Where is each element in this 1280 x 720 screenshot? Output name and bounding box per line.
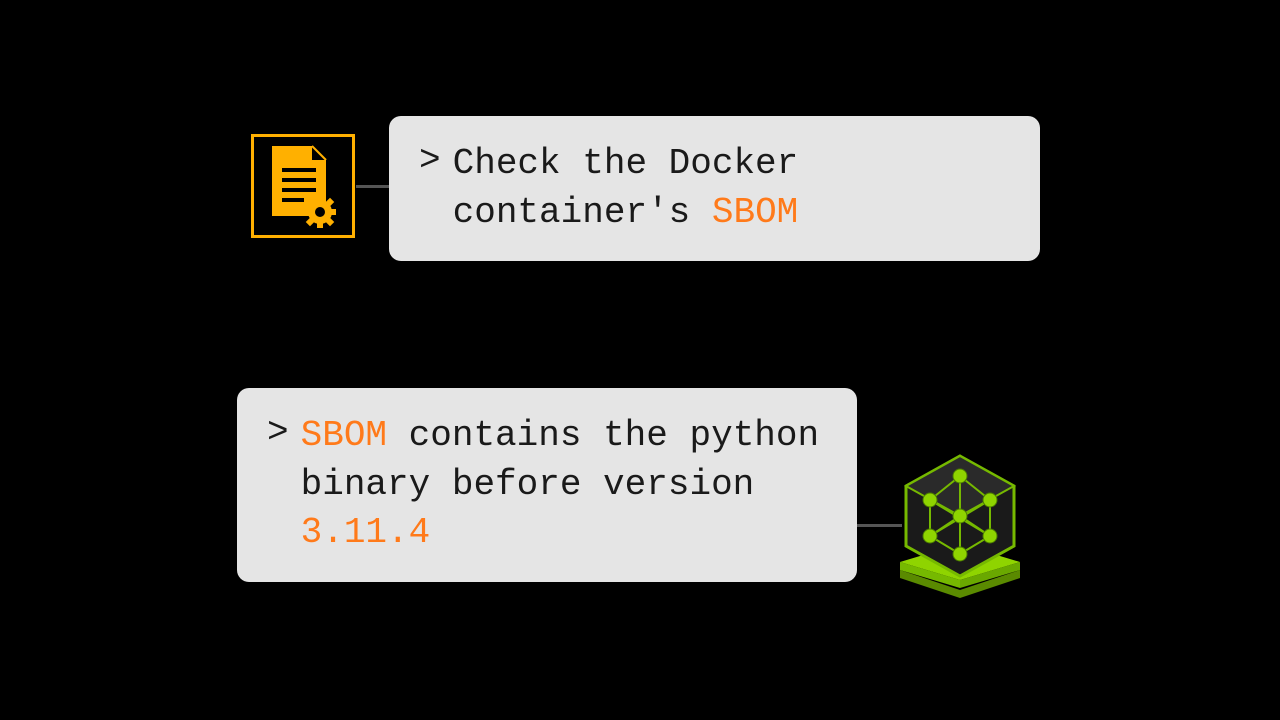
- card-1-text: Check the Docker container's SBOM: [453, 140, 1010, 237]
- connector-line: [356, 185, 389, 188]
- document-config-icon: [251, 134, 355, 238]
- prompt-chevron: >: [419, 140, 441, 237]
- card-2-text: SBOM contains the python binary before v…: [301, 412, 827, 558]
- prompt-chevron: >: [267, 412, 289, 558]
- network-cube-icon: [890, 450, 1030, 600]
- instruction-card-2: > SBOM contains the python binary before…: [237, 388, 857, 582]
- instruction-card-1: > Check the Docker container's SBOM: [389, 116, 1040, 261]
